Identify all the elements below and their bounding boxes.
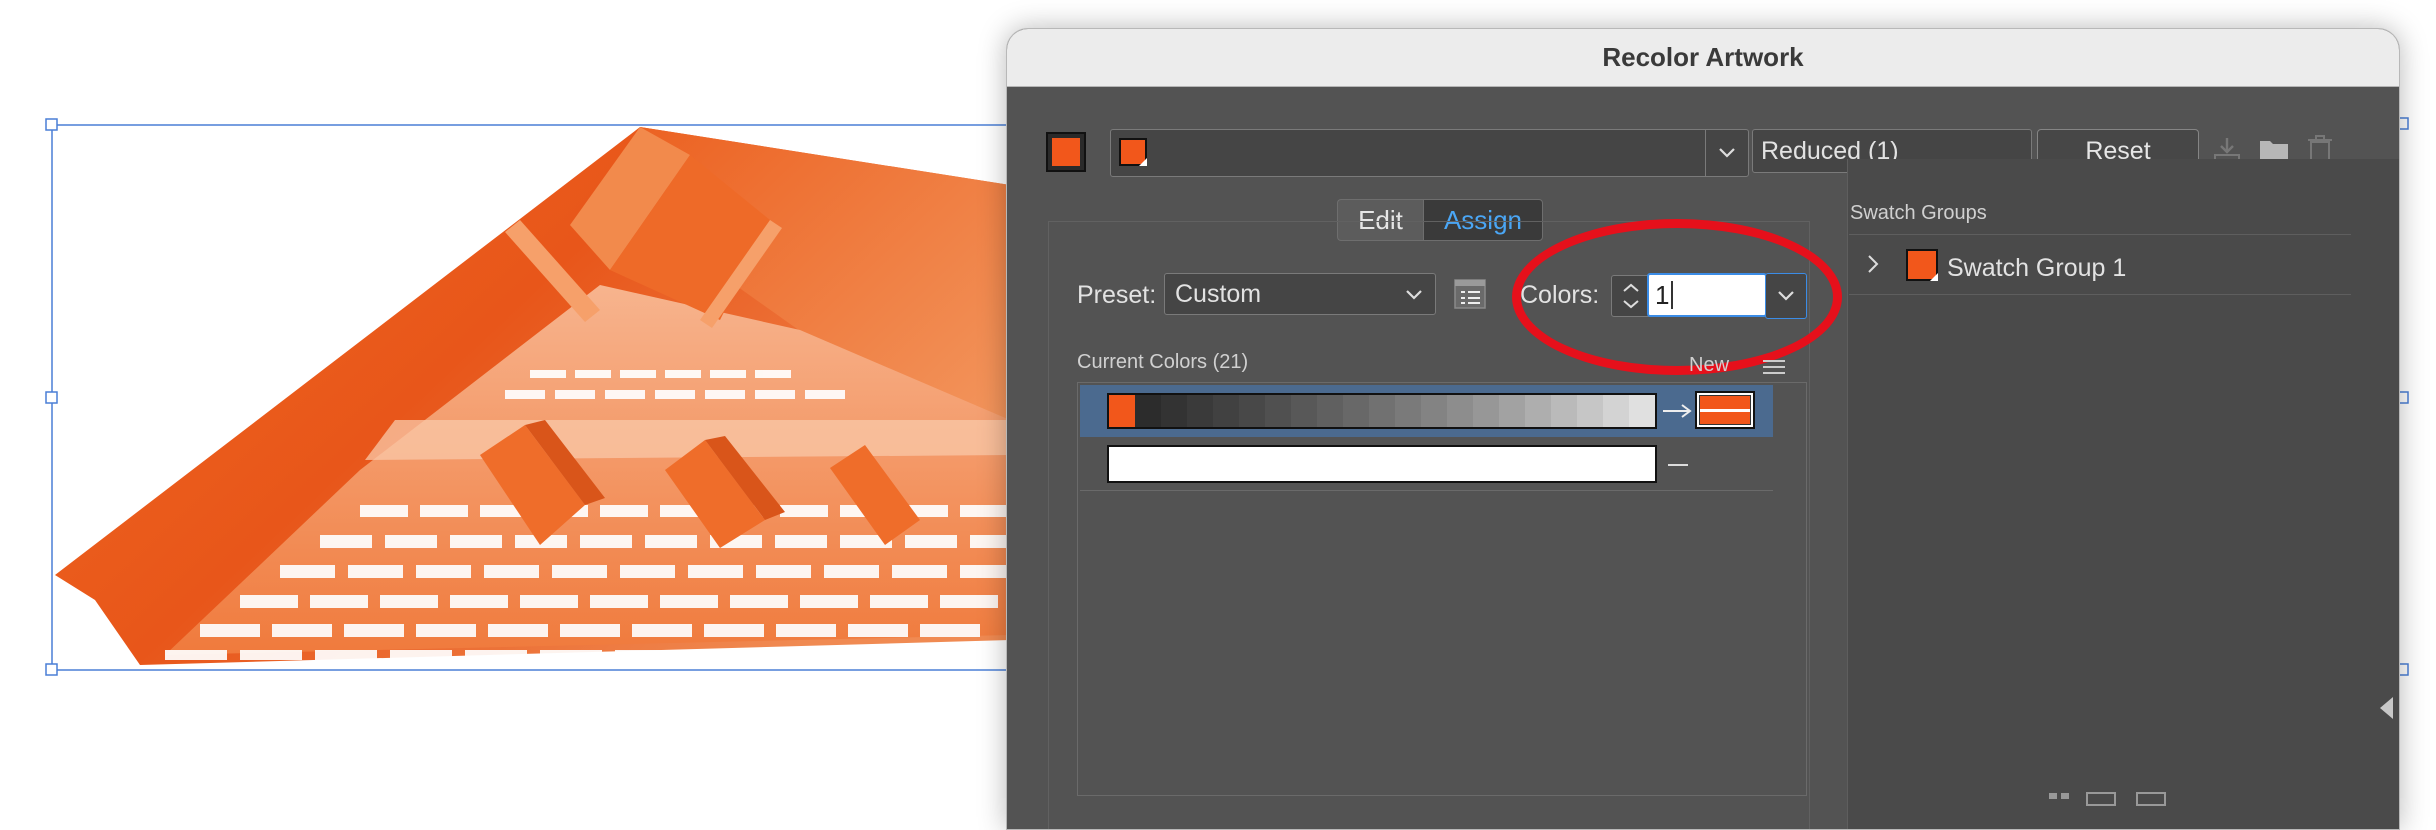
new-colors-label: New <box>1689 354 1730 376</box>
handle-bottom-left <box>45 663 58 676</box>
preset-dropdown[interactable]: Custom <box>1164 273 1436 315</box>
chevron-down-icon <box>1719 148 1735 158</box>
chevron-right-icon[interactable] <box>1865 253 1881 275</box>
recolor-artwork-dialog: Recolor Artwork Reduced (1) Reset Edit A… <box>1006 28 2400 830</box>
active-color-swatch[interactable] <box>1046 132 1086 172</box>
no-mapping-dash <box>1668 464 1688 466</box>
dialog-title: Recolor Artwork <box>1602 42 1804 72</box>
color-group-dropdown[interactable] <box>1705 130 1748 176</box>
swatch-groups-label: Swatch Groups <box>1850 202 1987 224</box>
right-edge-handles <box>2398 117 2409 676</box>
handle-mid-left <box>45 391 58 404</box>
handle-top-left <box>45 118 58 131</box>
highlight-annotation-ring <box>1512 219 1842 375</box>
current-color-ramp[interactable] <box>1107 393 1657 429</box>
swatch-group-name[interactable]: Swatch Group 1 <box>1947 254 2126 283</box>
artboard-canvas[interactable] <box>0 0 1010 795</box>
color-group-swatch <box>1119 138 1147 166</box>
swatch-group-color[interactable] <box>1906 249 1938 281</box>
dialog-titlebar[interactable]: Recolor Artwork <box>1007 29 2399 87</box>
preset-label: Preset: <box>1077 281 1157 309</box>
roof-artwork[interactable] <box>0 0 1010 795</box>
collapse-panel-icon[interactable] <box>2377 694 2395 722</box>
new-color-swatch[interactable] <box>1695 391 1755 429</box>
current-colors-label: Current Colors (21) <box>1077 351 1249 373</box>
menu-lines-icon[interactable] <box>1761 357 1787 377</box>
color-group-field[interactable] <box>1110 129 1749 177</box>
arrow-right-icon[interactable] <box>1661 401 1695 421</box>
view-mode-icons[interactable] <box>2047 787 2167 807</box>
color-reduction-options-icon[interactable] <box>1453 277 1487 311</box>
color-assign-list[interactable] <box>1077 382 1807 796</box>
preset-value: Custom <box>1175 279 1262 308</box>
chevron-down-icon <box>1406 290 1422 300</box>
current-color-white[interactable] <box>1107 445 1657 483</box>
